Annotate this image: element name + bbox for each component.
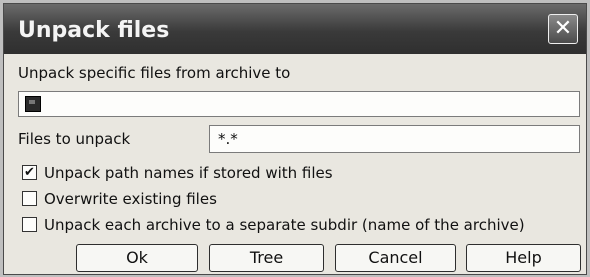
checkbox[interactable] xyxy=(22,191,37,206)
close-icon: ✕ xyxy=(553,16,573,41)
option-label: Unpack path names if stored with files xyxy=(44,164,333,182)
option-label: Overwrite existing files xyxy=(44,190,217,208)
target-path-input[interactable] xyxy=(18,91,580,117)
title-bar: Unpack files ✕ xyxy=(4,4,586,54)
files-to-unpack-value: *.* xyxy=(218,130,238,148)
check-icon: ✔ xyxy=(24,165,35,180)
help-button[interactable]: Help xyxy=(466,244,581,272)
dialog-title: Unpack files xyxy=(18,18,170,43)
files-to-unpack-label: Files to unpack xyxy=(18,130,131,148)
tree-button[interactable]: Tree xyxy=(209,244,324,272)
close-button[interactable]: ✕ xyxy=(548,14,578,44)
target-label: Unpack specific files from archive to xyxy=(18,64,291,82)
cancel-button[interactable]: Cancel xyxy=(335,244,456,272)
option-label: Unpack each archive to a separate subdir… xyxy=(44,216,525,234)
drive-icon xyxy=(25,96,41,112)
unpack-files-dialog: Unpack files ✕ Unpack specific files fro… xyxy=(3,3,587,275)
ok-button[interactable]: Ok xyxy=(76,244,198,272)
files-to-unpack-input[interactable]: *.* xyxy=(209,125,580,153)
checkbox[interactable] xyxy=(22,217,37,232)
checkbox[interactable]: ✔ xyxy=(22,165,37,180)
